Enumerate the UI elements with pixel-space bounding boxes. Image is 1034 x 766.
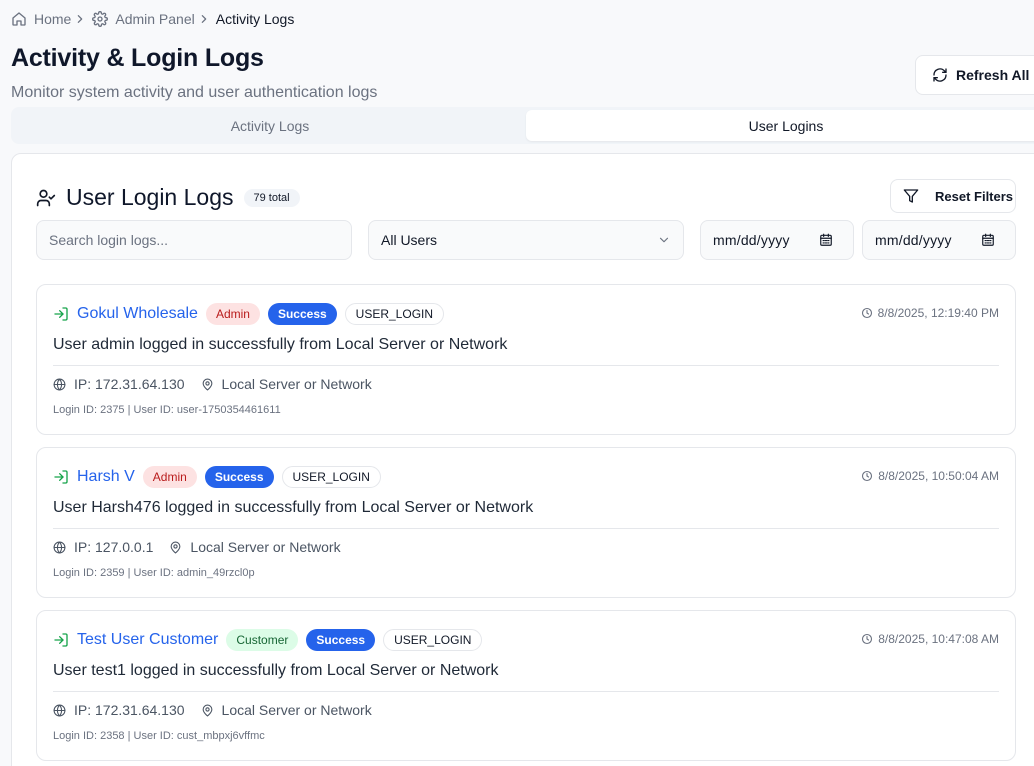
status-badge: Success	[267, 303, 337, 325]
clock-icon	[862, 470, 873, 482]
log-ids: Login ID: 2359 | User ID: admin_49rzcl0p	[53, 567, 255, 579]
log-timestamp-text: 8/8/2025, 10:47:08 AM	[878, 632, 999, 646]
tab-activity-logs[interactable]: Activity Logs	[14, 110, 526, 141]
reset-filters-label: Reset Filters	[935, 188, 1014, 204]
filter-icon	[903, 189, 919, 203]
card-divider	[53, 691, 999, 692]
chevron-right-icon	[75, 14, 85, 24]
location: Local Server or Network	[221, 376, 372, 392]
log-meta: IP: 172.31.64.130 Local Server or Networ…	[53, 376, 388, 392]
section-header: User Login Logs 79 total	[36, 184, 300, 211]
log-meta: IP: 172.31.64.130 Local Server or Networ…	[53, 702, 388, 718]
section-title: User Login Logs	[66, 184, 234, 210]
log-message: User test1 logged in successfully from L…	[53, 662, 499, 679]
clock-icon	[861, 307, 872, 319]
map-pin-icon	[202, 704, 212, 716]
log-message: User Harsh476 logged in successfully fro…	[53, 499, 534, 516]
log-message: User admin logged in successfully from L…	[53, 336, 508, 353]
breadcrumb-home[interactable]: Home	[11, 11, 71, 27]
role-badge: Customer	[226, 629, 299, 651]
globe-icon	[53, 378, 66, 390]
log-meta: IP: 127.0.0.1 Local Server or Network	[53, 539, 357, 555]
log-tabs: Activity Logs User Logins	[11, 107, 1034, 144]
breadcrumb-admin-panel[interactable]: Admin Panel	[92, 11, 195, 27]
gear-icon	[92, 11, 109, 27]
page-subtitle: Monitor system activity and user authent…	[11, 84, 378, 101]
home-icon	[12, 12, 26, 26]
breadcrumb: Home Admin Panel Activity Logs	[11, 9, 294, 29]
log-ids: Login ID: 2375 | User ID: user-175035446…	[53, 404, 281, 416]
user-select[interactable]: All Users	[368, 220, 684, 260]
date-to-value: mm/dd/yyyy	[875, 232, 952, 248]
chevron-right-icon	[199, 14, 209, 24]
role-badge: Admin	[205, 303, 260, 325]
log-timestamp-text: 8/8/2025, 12:19:40 PM	[877, 306, 999, 320]
log-timestamp: 8/8/2025, 12:19:40 PM	[861, 306, 999, 320]
login-log-card: Test User Customer Customer Success USER…	[36, 610, 1016, 761]
clock-icon	[862, 633, 873, 645]
chevron-down-icon	[659, 237, 669, 243]
log-ids: Login ID: 2358 | User ID: cust_mbpxj6vff…	[53, 730, 265, 742]
map-pin-icon	[171, 541, 181, 553]
date-to-input[interactable]: mm/dd/yyyy	[862, 220, 1016, 260]
role-badge: Admin	[142, 466, 197, 488]
search-field	[36, 220, 352, 260]
login-icon	[53, 469, 69, 485]
breadcrumb-current: Activity Logs	[215, 11, 295, 27]
event-type-badge: USER_LOGIN	[281, 466, 381, 488]
location: Local Server or Network	[221, 702, 372, 718]
log-timestamp: 8/8/2025, 10:50:04 AM	[861, 469, 999, 483]
calendar-icon[interactable]	[981, 233, 995, 247]
refresh-all-button[interactable]: Refresh All	[915, 55, 1034, 95]
date-from-input[interactable]: mm/dd/yyyy	[700, 220, 854, 260]
card-divider	[53, 528, 999, 529]
user-name: Test User Customer	[77, 631, 219, 648]
globe-icon	[53, 541, 66, 553]
ip-address: IP: 172.31.64.130	[74, 702, 185, 718]
reset-filters-button[interactable]: Reset Filters	[890, 179, 1016, 213]
tab-user-logins[interactable]: User Logins	[526, 110, 1034, 141]
page-title: Activity & Login Logs	[11, 44, 264, 72]
user-name: Gokul Wholesale	[77, 305, 198, 322]
login-icon	[53, 632, 69, 648]
date-from-value: mm/dd/yyyy	[713, 232, 790, 248]
breadcrumb-admin-label: Admin Panel	[115, 11, 195, 27]
user-name: Harsh V	[77, 468, 135, 485]
status-badge: Success	[204, 466, 274, 488]
login-log-card: Harsh V Admin Success USER_LOGIN 8/8/202…	[36, 447, 1016, 598]
card-divider	[53, 365, 999, 366]
status-badge: Success	[306, 629, 376, 651]
login-icon	[53, 306, 69, 322]
refresh-icon	[933, 68, 947, 82]
globe-icon	[53, 704, 66, 716]
user-select-value: All Users	[381, 232, 438, 248]
map-pin-icon	[202, 378, 212, 390]
refresh-all-label: Refresh All	[956, 67, 1030, 83]
login-log-card: Gokul Wholesale Admin Success USER_LOGIN…	[36, 284, 1016, 435]
user-check-icon	[36, 189, 56, 206]
search-input[interactable]	[49, 232, 339, 248]
calendar-icon[interactable]	[819, 233, 833, 247]
event-type-badge: USER_LOGIN	[383, 629, 483, 651]
breadcrumb-home-label: Home	[34, 11, 72, 27]
event-type-badge: USER_LOGIN	[344, 303, 445, 325]
ip-address: IP: 172.31.64.130	[74, 376, 185, 392]
location: Local Server or Network	[190, 539, 341, 555]
log-timestamp: 8/8/2025, 10:47:08 AM	[861, 632, 999, 646]
total-count-badge: 79 total	[243, 188, 300, 207]
ip-address: IP: 127.0.0.1	[74, 539, 154, 555]
log-timestamp-text: 8/8/2025, 10:50:04 AM	[878, 469, 999, 483]
